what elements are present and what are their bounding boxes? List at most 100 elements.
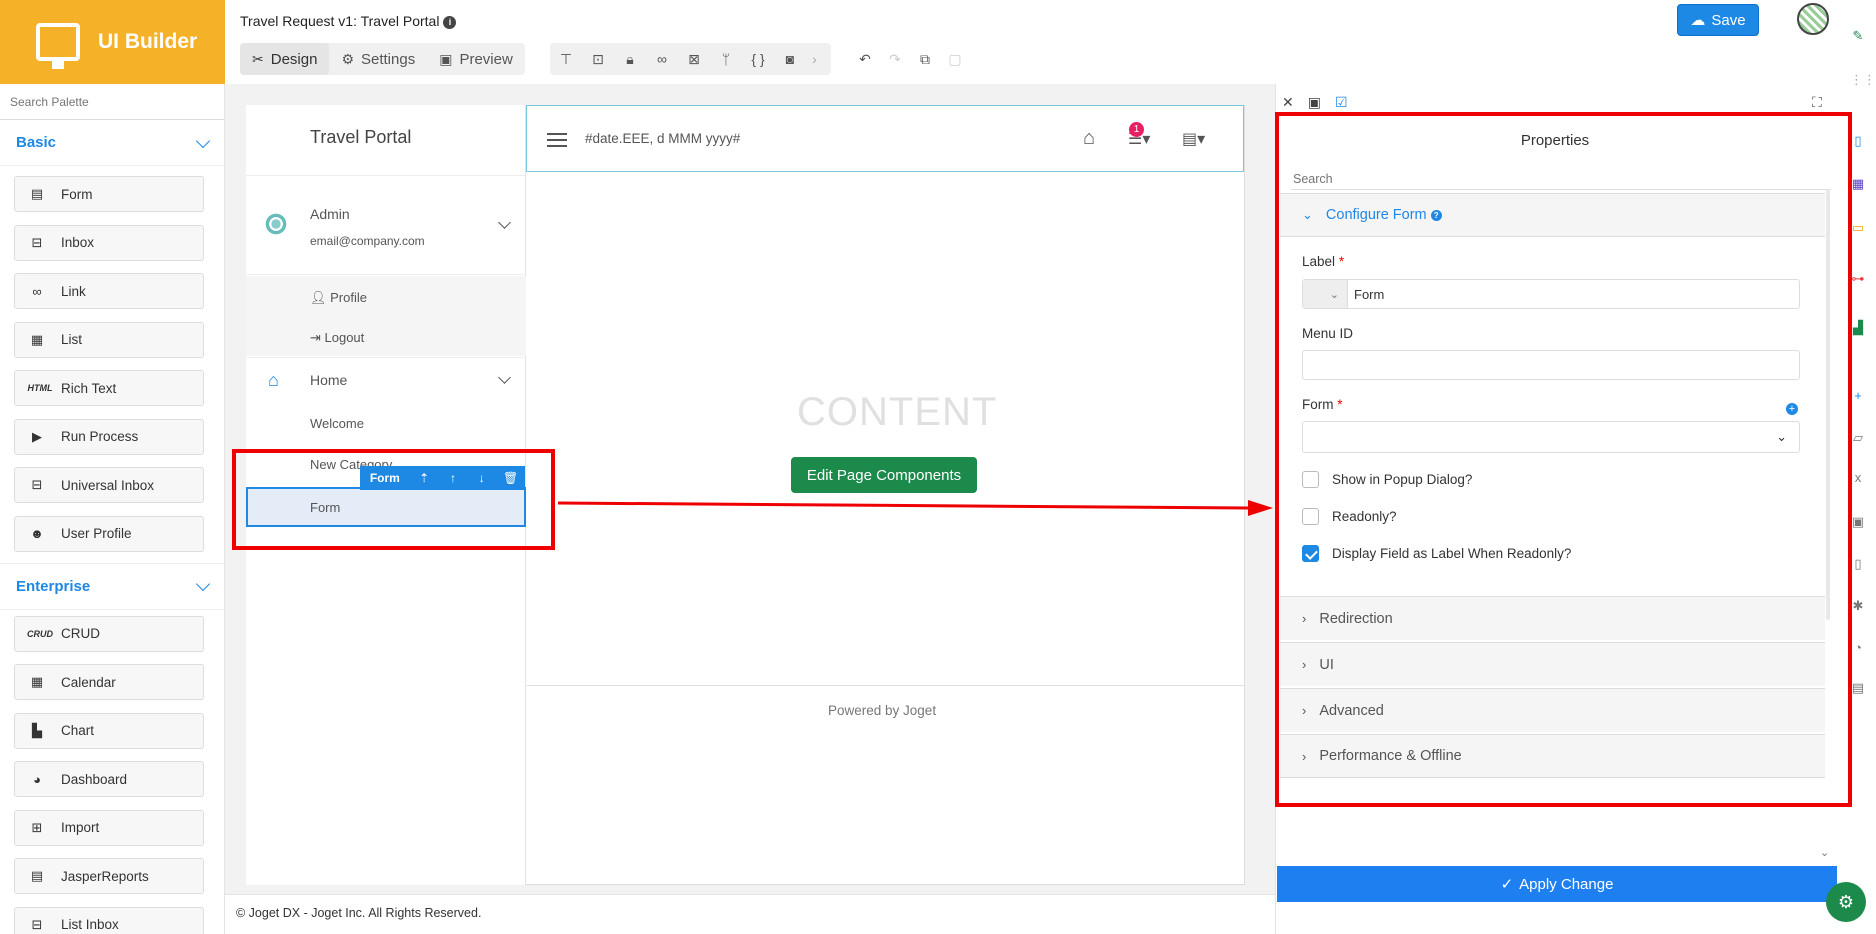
palette-item-calendar[interactable]: ▦ Calendar bbox=[14, 664, 204, 700]
settings-fab-icon[interactable]: ⚙ bbox=[1826, 882, 1866, 922]
chevron-down-icon bbox=[195, 133, 211, 148]
menu-welcome[interactable]: Welcome bbox=[310, 416, 364, 431]
history-toolbar: ↶ ↷ ⧉ ▢ bbox=[850, 43, 970, 75]
save-icon[interactable]: ▣ bbox=[1308, 94, 1321, 111]
palette-item-label: Universal Inbox bbox=[61, 477, 155, 493]
palette-item-chart[interactable]: ▙ Chart bbox=[14, 712, 204, 749]
palette-item-form[interactable]: ▤ Form bbox=[14, 176, 204, 212]
palette-item-rich-text[interactable]: HTML Rich Text bbox=[14, 370, 204, 406]
design-icon: ✂ bbox=[252, 50, 264, 67]
palette-search-input[interactable] bbox=[0, 84, 224, 120]
export-icon[interactable]: ⊡ bbox=[582, 51, 614, 68]
tab-preview[interactable]: ▣ Preview bbox=[427, 43, 525, 75]
palette-section-basic[interactable]: Basic bbox=[0, 120, 224, 166]
apply-change-button[interactable]: ✓ Apply Change bbox=[1277, 866, 1837, 902]
menu-profile[interactable]: 👤︎ Profile bbox=[310, 290, 367, 306]
variable-icon[interactable]: x bbox=[1850, 470, 1866, 486]
inbox-icon: ⊟ bbox=[31, 477, 43, 492]
brand-title: UI Builder bbox=[98, 30, 198, 53]
tab-settings[interactable]: ⚙ Settings bbox=[329, 43, 427, 75]
copy-icon[interactable]: ⧉ bbox=[910, 51, 940, 68]
branch-icon[interactable]: ᛘ bbox=[710, 51, 742, 67]
file-icon[interactable]: ▯ bbox=[1850, 556, 1866, 572]
chevron-right-icon[interactable]: › bbox=[806, 51, 823, 67]
chart-icon: ▙ bbox=[32, 722, 42, 738]
monitor-icon[interactable]: ▭ bbox=[1850, 220, 1866, 236]
palette-item-inbox[interactable]: ⊟ Inbox bbox=[14, 224, 204, 261]
redo-icon[interactable]: ↷ bbox=[880, 51, 910, 68]
user-submenu bbox=[246, 276, 526, 356]
palette-item-link[interactable]: ∞ Link bbox=[14, 273, 204, 309]
palette-item-label: Calendar bbox=[61, 674, 116, 690]
app-title-text: Travel Request v1: Travel Portal bbox=[240, 13, 440, 29]
menu-logout[interactable]: ⇥ Logout bbox=[310, 330, 364, 346]
palette-item-run-process[interactable]: ▶ Run Process bbox=[14, 418, 204, 455]
tab-label: Design bbox=[270, 50, 318, 68]
chart-icon[interactable]: ▟ bbox=[1850, 320, 1866, 336]
drag-handle-icon[interactable]: ⋮⋮ bbox=[1850, 72, 1876, 88]
arrow-line bbox=[558, 501, 1249, 510]
palette-item-universal-inbox[interactable]: ⊟ Universal Inbox bbox=[14, 467, 204, 503]
palette-item-label: Link bbox=[61, 283, 86, 299]
home-icon[interactable]: ⌂ bbox=[1083, 127, 1095, 150]
palette-item-import[interactable]: ⊞ Import bbox=[14, 809, 204, 846]
palette-section-enterprise[interactable]: Enterprise bbox=[0, 564, 224, 610]
table-icon[interactable]: ▦ bbox=[1850, 176, 1866, 192]
table-menu-icon[interactable]: ▤▾ bbox=[1182, 129, 1205, 149]
palette-item-dashboard[interactable]: ◕ Dashboard bbox=[14, 761, 204, 797]
content-placeholder: CONTENT bbox=[797, 390, 998, 434]
camera-icon[interactable]: ◙ bbox=[774, 51, 806, 67]
plugin-icon[interactable]: ✱ bbox=[1850, 598, 1866, 614]
document-icon[interactable]: ▯ bbox=[1850, 133, 1866, 149]
palette-item-jasperreports[interactable]: ▤ JasperReports bbox=[14, 858, 204, 894]
import-icon: ⊞ bbox=[31, 819, 43, 835]
info-icon[interactable]: i bbox=[443, 16, 457, 29]
edit-page-components-button[interactable]: Edit Page Components bbox=[791, 457, 977, 493]
paste-icon[interactable]: ▢ bbox=[940, 51, 970, 68]
divider bbox=[527, 685, 1244, 686]
tab-design[interactable]: ✂ Design bbox=[240, 43, 330, 75]
palette-item-label: Dashboard bbox=[61, 771, 128, 787]
dashboard-icon[interactable]: ◔ bbox=[1850, 640, 1866, 656]
edit-icon[interactable]: ✎ bbox=[1850, 28, 1866, 44]
home-icon: ⌂ bbox=[268, 370, 279, 390]
user-avatar[interactable] bbox=[1797, 3, 1829, 35]
plus-icon[interactable]: + bbox=[1850, 388, 1866, 404]
hamburger-icon[interactable] bbox=[547, 133, 567, 151]
highlight-box bbox=[232, 449, 555, 550]
inbox-icon: ⊟ bbox=[31, 234, 43, 250]
palette-item-list-inbox[interactable]: ⊟ List Inbox bbox=[14, 906, 204, 934]
user-icon: 👤︎ bbox=[310, 290, 331, 305]
tab-label: Preview bbox=[459, 50, 513, 68]
translate-icon[interactable]: ⊠ bbox=[678, 51, 710, 68]
html-icon: HTML bbox=[27, 383, 53, 393]
undo-icon[interactable]: ↶ bbox=[850, 51, 880, 68]
image-icon[interactable]: ▣ bbox=[1850, 514, 1866, 530]
tree-icon[interactable]: ⊤ bbox=[550, 51, 582, 68]
calendar-icon: ▦ bbox=[30, 674, 44, 689]
cloud-upload-icon: ☁ bbox=[1690, 12, 1706, 29]
process-icon[interactable]: ⊶ bbox=[1850, 271, 1866, 287]
palette-item-crud[interactable]: CRUD CRUD bbox=[14, 615, 204, 652]
menu-label: Profile bbox=[330, 290, 367, 305]
palette-item-label: Run Process bbox=[61, 429, 139, 444]
print-icon[interactable]: ▤ bbox=[1850, 680, 1866, 696]
close-icon[interactable]: ✕ bbox=[1282, 94, 1294, 111]
portal-title: Travel Portal bbox=[310, 127, 412, 147]
menu-home[interactable]: Home bbox=[310, 372, 347, 388]
binoculars-icon[interactable]: ∞ bbox=[646, 51, 678, 67]
save-button[interactable]: ☁ Save bbox=[1677, 4, 1759, 36]
admin-name: Admin bbox=[310, 206, 350, 222]
note-icon[interactable]: ▱ bbox=[1850, 430, 1866, 446]
palette-item-user-profile[interactable]: ☻ User Profile bbox=[14, 515, 204, 552]
fullscreen-icon[interactable]: ⛶ bbox=[1812, 94, 1822, 111]
highlight-box bbox=[1275, 112, 1852, 807]
logout-icon: ⇥ bbox=[310, 330, 325, 345]
scroll-down-icon[interactable]: ⌄ bbox=[1820, 846, 1829, 859]
apply-label: Apply Change bbox=[1519, 875, 1614, 893]
checkbox-icon[interactable]: ☑ bbox=[1335, 94, 1348, 111]
lock-icon[interactable]: 🔒︎ bbox=[614, 51, 646, 68]
palette-item-list[interactable]: ▦ List bbox=[14, 321, 204, 358]
code-icon[interactable]: { } bbox=[742, 51, 774, 67]
section-title: Enterprise bbox=[16, 577, 91, 595]
